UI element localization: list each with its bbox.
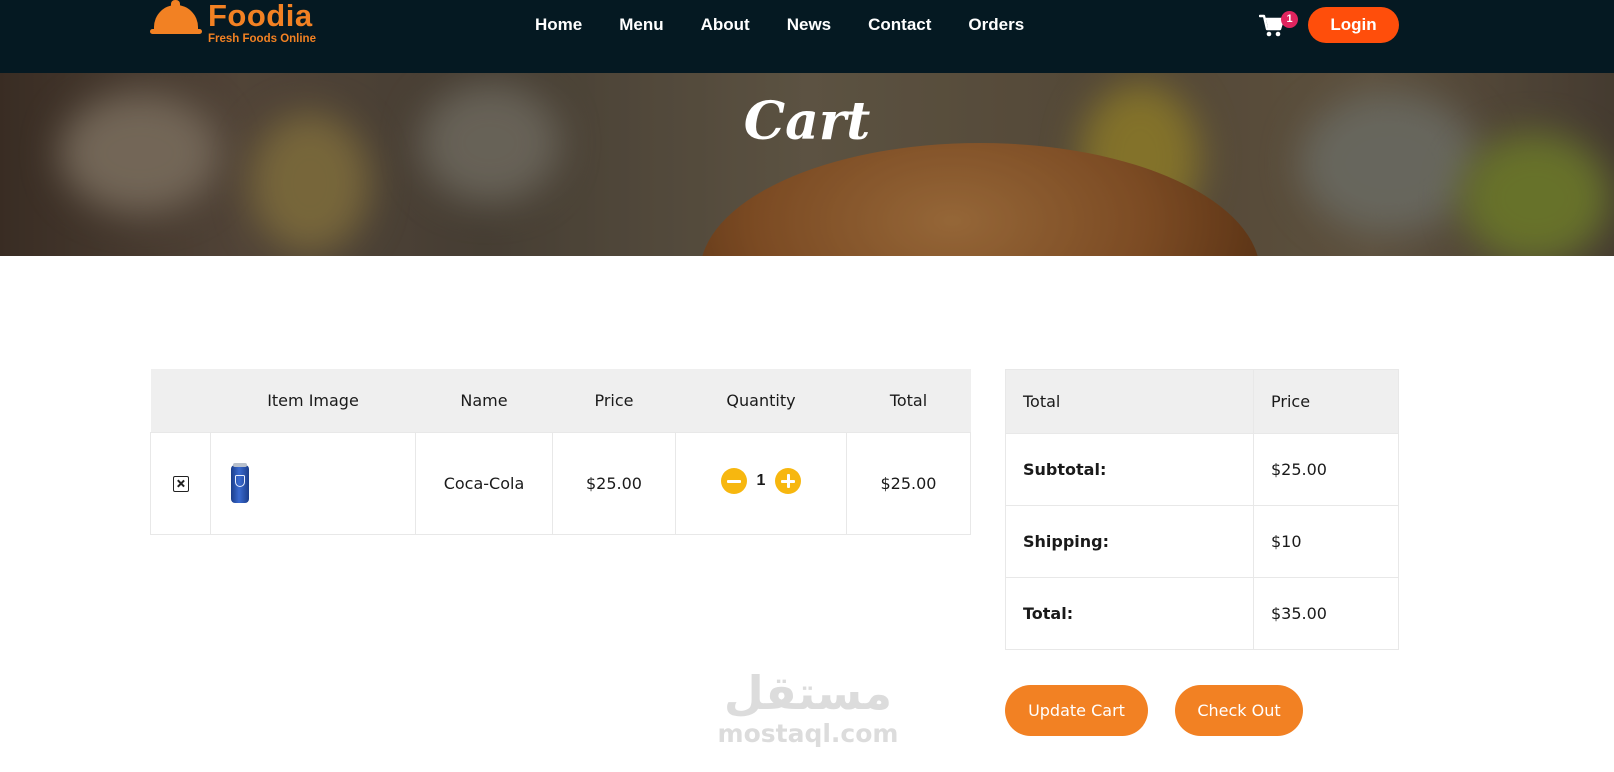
table-row: Total: $35.00 [1005,577,1399,650]
minus-circle-icon[interactable] [720,468,747,494]
totals-header-total: Total [1005,369,1254,434]
close-box-icon[interactable] [172,476,189,492]
nav-home[interactable]: Home [535,14,582,36]
watermark-arabic: مستقل [723,666,893,720]
nav-orders[interactable]: Orders [968,14,1024,36]
table-row: Subtotal: $25.00 [1005,433,1399,506]
header-name: Name [415,369,553,432]
navbar: Foodia Fresh Foods Online Home Menu Abou… [0,0,1614,73]
product-image [231,462,249,504]
cart-link[interactable]: 1 [1259,11,1299,40]
quantity-stepper: 1 [720,468,802,494]
hero-banner: Cart [0,73,1614,256]
main-nav: Home Menu About News Contact Orders [535,14,1061,36]
login-button[interactable]: Login [1308,7,1399,43]
page-title: Cart [743,91,871,152]
header-total: Total [846,369,971,432]
nav-menu[interactable]: Menu [619,14,663,36]
header-quantity: Quantity [675,369,847,432]
brand-tagline: Fresh Foods Online [208,33,316,45]
totals-header-price: Price [1253,369,1399,434]
totals-table: Total Price Subtotal: $25.00 Shipping: $… [1005,369,1399,650]
item-image-cell [210,431,416,535]
cart-count-badge: 1 [1281,11,1298,28]
shipping-value: $10 [1253,505,1399,578]
cloche-icon [150,0,202,36]
header-item-image: Item Image [210,369,416,432]
shipping-label: Shipping: [1005,505,1254,578]
item-quantity-cell: 1 [675,431,847,535]
remove-cell [150,431,211,535]
totals-header: Total Price [1005,369,1399,434]
header-remove [150,369,211,432]
table-row: Coca-Cola $25.00 1 $25.00 [150,431,971,535]
item-name: Coca-Cola [415,431,553,535]
total-value: $35.00 [1253,577,1399,650]
cart-table: Item Image Name Price Quantity Total Coc… [150,369,971,535]
nav-about[interactable]: About [701,14,750,36]
table-row: Shipping: $10 [1005,505,1399,578]
quantity-value: 1 [756,472,766,489]
watermark: مستقل mostaql.com [708,665,908,747]
item-total: $25.00 [846,431,971,535]
watermark-latin: mostaql.com [717,719,899,748]
brand-logo[interactable]: Foodia Fresh Foods Online [150,0,316,50]
subtotal-label: Subtotal: [1005,433,1254,506]
header-price: Price [552,369,676,432]
total-label: Total: [1005,577,1254,650]
subtotal-value: $25.00 [1253,433,1399,506]
nav-news[interactable]: News [787,14,831,36]
plus-circle-icon[interactable] [775,468,802,494]
update-cart-button[interactable]: Update Cart [1005,685,1148,736]
brand-text: Foodia Fresh Foods Online [208,0,316,45]
checkout-button[interactable]: Check Out [1175,685,1303,736]
item-price: $25.00 [552,431,676,535]
brand-name: Foodia [208,0,313,33]
nav-contact[interactable]: Contact [868,14,931,36]
cart-table-header: Item Image Name Price Quantity Total [150,369,971,432]
